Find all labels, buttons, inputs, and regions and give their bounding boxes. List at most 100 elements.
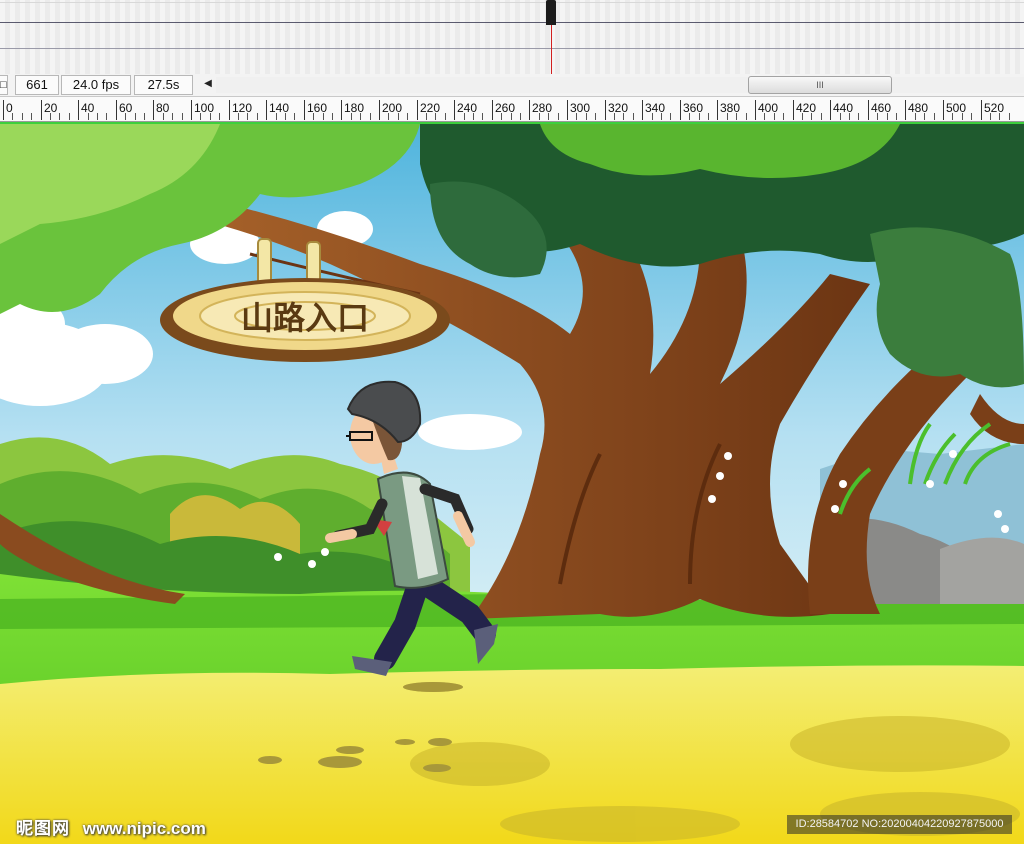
watermark-logo: 昵图网 www.nipic.com [16, 814, 206, 839]
ruler-minor-tick [849, 113, 850, 120]
ruler-label: 460 [871, 101, 892, 115]
playhead-handle[interactable] [546, 0, 556, 25]
ruler-minor-tick [407, 113, 408, 120]
stage-canvas[interactable]: 山路入口 [0, 122, 1024, 844]
ruler-minor-tick [482, 113, 483, 120]
ruler-label: 280 [532, 101, 553, 115]
ruler-minor-tick [351, 113, 352, 120]
ruler-minor-tick [708, 113, 709, 120]
ruler-major-tick [41, 100, 42, 120]
ruler-minor-tick [595, 113, 596, 120]
ruler-label: 360 [683, 101, 704, 115]
ruler-major-tick [417, 100, 418, 120]
ruler-major-tick [116, 100, 117, 120]
ruler-label: 380 [720, 101, 741, 115]
ruler-minor-tick [821, 113, 822, 120]
ruler-minor-tick [736, 113, 737, 120]
ruler-minor-tick [727, 113, 728, 120]
ruler-major-tick [492, 100, 493, 120]
ruler-label: 440 [833, 101, 854, 115]
ruler-minor-tick [840, 113, 841, 120]
ruler-major-tick [304, 100, 305, 120]
ruler-minor-tick [22, 113, 23, 120]
ruler-major-tick [3, 100, 4, 120]
ruler-minor-tick [332, 113, 333, 120]
ruler-major-tick [529, 100, 530, 120]
ruler-minor-tick [633, 113, 634, 120]
ruler-minor-tick [370, 113, 371, 120]
timeline-layer-row[interactable] [0, 2, 1024, 23]
ruler-minor-tick [135, 113, 136, 120]
ruler-major-tick [266, 100, 267, 120]
ruler-label: 500 [946, 101, 967, 115]
ruler-label: 180 [344, 101, 365, 115]
ruler-label: 120 [232, 101, 253, 115]
ruler-minor-tick [144, 113, 145, 120]
ruler-minor-tick [219, 113, 220, 120]
ruler-minor-tick [576, 113, 577, 120]
ruler-major-tick [755, 100, 756, 120]
ruler-minor-tick [877, 113, 878, 120]
ruler-minor-tick [97, 113, 98, 120]
ruler-major-tick [981, 100, 982, 120]
ruler-minor-tick [999, 113, 1000, 120]
horizontal-ruler: 0 20 40 60 80 100 120 140 160 180 200 220 240 260 280 3… [0, 97, 1024, 122]
ruler-minor-tick [952, 113, 953, 120]
timeline-panel[interactable] [0, 0, 1024, 75]
ruler-major-tick [78, 100, 79, 120]
ruler-minor-tick [699, 113, 700, 120]
scroll-left-arrow-icon[interactable]: ◀ [201, 74, 215, 94]
ruler-minor-tick [238, 113, 239, 120]
ruler-minor-tick [172, 113, 173, 120]
ruler-minor-tick [323, 113, 324, 120]
frame-rate-field[interactable]: 24.0 fps [61, 75, 131, 95]
ruler-minor-tick [200, 113, 201, 120]
ruler-minor-tick [670, 113, 671, 120]
ruler-label: 300 [570, 101, 591, 115]
ruler-minor-tick [539, 113, 540, 120]
ruler-minor-tick [59, 113, 60, 120]
ruler-minor-tick [783, 113, 784, 120]
ruler-minor-tick [548, 113, 549, 120]
ruler-label: 320 [608, 101, 629, 115]
ruler-major-tick [605, 100, 606, 120]
watermark-logo-text: 昵图网 [16, 819, 70, 838]
ruler-minor-tick [623, 113, 624, 120]
ruler-minor-tick [896, 113, 897, 120]
ruler-minor-tick [464, 113, 465, 120]
ruler-label: 400 [758, 101, 779, 115]
horizontal-scrollbar[interactable] [216, 77, 1024, 93]
ruler-minor-tick [69, 113, 70, 120]
ruler-minor-tick [360, 113, 361, 120]
scrollbar-thumb[interactable]: III [748, 76, 892, 94]
ruler-minor-tick [990, 113, 991, 120]
ruler-minor-tick [247, 113, 248, 120]
ruler-minor-tick [426, 113, 427, 120]
ruler-label: 480 [908, 101, 929, 115]
timeline-layer-row[interactable] [0, 22, 1024, 49]
ruler-label: 140 [269, 101, 290, 115]
ruler-minor-tick [106, 113, 107, 120]
ruler-minor-tick [520, 113, 521, 120]
ruler-minor-tick [294, 113, 295, 120]
ruler-major-tick [680, 100, 681, 120]
ruler-label: 240 [457, 101, 478, 115]
ruler-minor-tick [1009, 113, 1010, 120]
current-frame-field[interactable]: 661 [15, 75, 59, 95]
timeline-options-icon[interactable]: □ [0, 75, 8, 95]
ruler-label: 200 [382, 101, 403, 115]
ruler-minor-tick [182, 113, 183, 120]
ruler-minor-tick [210, 113, 211, 120]
ruler-minor-tick [915, 113, 916, 120]
ruler-minor-tick [276, 113, 277, 120]
ruler-minor-tick [764, 113, 765, 120]
ruler-major-tick [191, 100, 192, 120]
ruler-label: 340 [645, 101, 666, 115]
sign-text: 山路入口 [241, 299, 369, 337]
ruler-minor-tick [31, 113, 32, 120]
ruler-minor-tick [811, 113, 812, 120]
timeline-layer-row[interactable] [0, 48, 1024, 73]
ruler-minor-tick [558, 113, 559, 120]
ruler-minor-tick [971, 113, 972, 120]
ruler-label: 160 [307, 101, 328, 115]
